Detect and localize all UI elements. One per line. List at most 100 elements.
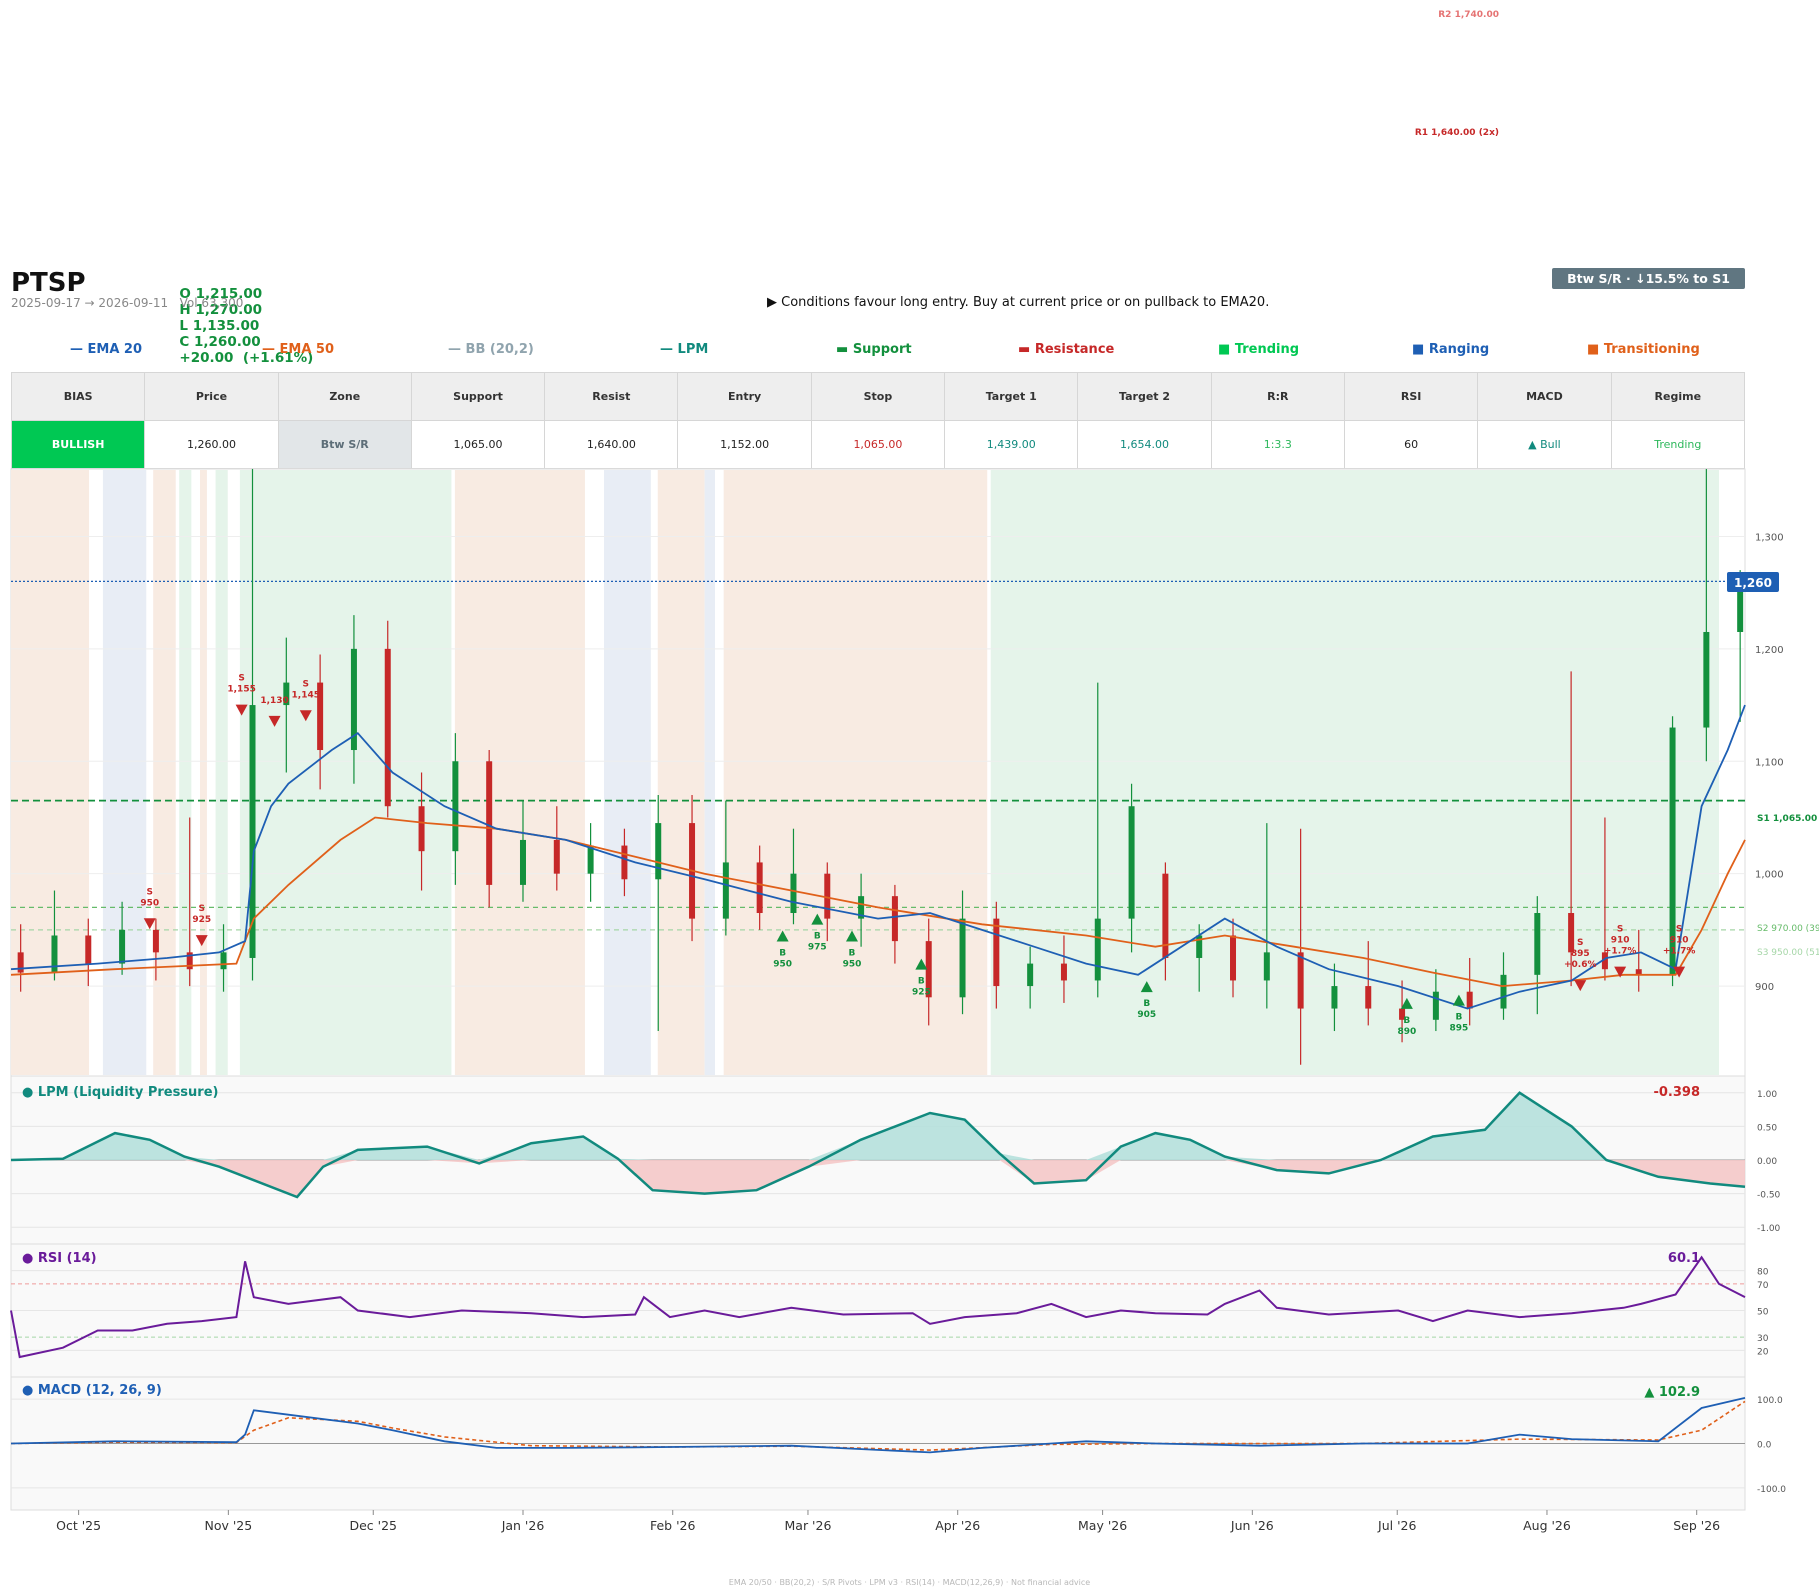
- price-tick-label: 1,200: [1755, 645, 1784, 656]
- date-tick-label: May '26: [1078, 1518, 1127, 1533]
- legend-lpm: — LPM: [660, 342, 708, 357]
- low-value: L 1,135.00: [179, 318, 260, 334]
- regime-band: [704, 470, 716, 1075]
- regime-band: [239, 470, 452, 1075]
- rsi-current-value: 60.1: [1668, 1251, 1700, 1266]
- candle-body: [824, 873, 831, 919]
- sell-marker-label: 925: [192, 915, 211, 925]
- regime-band: [11, 470, 90, 1075]
- rsi-tick-label: 50: [1757, 1308, 1769, 1318]
- macd-current-value: ▲ 102.9: [1644, 1385, 1700, 1400]
- date-tick-label: Jun '26: [1230, 1518, 1274, 1533]
- candle-body: [790, 873, 797, 914]
- candle-body: [1466, 991, 1473, 1009]
- candle-body: [152, 929, 159, 953]
- header-rr: R:R: [1210, 372, 1345, 421]
- sell-marker-label: 895: [1571, 949, 1590, 959]
- rsi-tick-label: 20: [1757, 1347, 1769, 1357]
- legend-bb: — BB (20,2): [448, 342, 534, 357]
- regime-band: [215, 470, 228, 1075]
- date-axis: Oct '25 Nov '25 Dec '25 Jan '26 Feb '26 Mar '…: [56, 1510, 1720, 1533]
- legend-label: Ranging: [1428, 342, 1490, 357]
- r1-label: R1 1,640.00 (2x): [1414, 128, 1499, 138]
- price-tick-label: 900: [1755, 982, 1774, 993]
- buy-marker-label: 950: [843, 959, 862, 969]
- legend-label: Resistance: [1034, 342, 1115, 357]
- regime-band: [200, 470, 207, 1075]
- date-tick-label: Nov '25: [204, 1518, 252, 1533]
- last-price-tag-text: 1,260: [1734, 576, 1772, 590]
- candle-body: [119, 929, 126, 964]
- legend-label: BB (20,2): [465, 342, 534, 357]
- header-resist: Resist: [544, 372, 679, 421]
- buy-marker-label: B: [1455, 1013, 1462, 1023]
- legend-ema20: — EMA 20: [70, 342, 142, 357]
- legend-label: Trending: [1234, 342, 1300, 357]
- lpm-tick-label: 0.00: [1757, 1157, 1777, 1167]
- candle-body: [519, 839, 526, 885]
- line-icon: —: [448, 342, 466, 357]
- regime-band: [102, 470, 147, 1075]
- lpm-current-value: -0.398: [1653, 1085, 1700, 1100]
- rsi-tick-label: 70: [1757, 1281, 1769, 1291]
- signal-summary-table: BIAS Price Zone Support Resist Entry Sto…: [10, 372, 1746, 469]
- price-tick-label: 1,100: [1755, 757, 1784, 768]
- sell-marker-label: S: [1676, 925, 1682, 935]
- candle-body: [486, 761, 493, 885]
- candle-body: [959, 918, 966, 998]
- sell-marker-label: 1,145: [292, 690, 320, 700]
- date-tick-label: Feb '26: [650, 1518, 695, 1533]
- s3-label: S3 950.00 (51x): [1757, 948, 1819, 958]
- advice-text: ▶ Conditions favour long entry. Buy at c…: [767, 295, 1270, 310]
- regime-band: [657, 470, 705, 1075]
- lpm-panel-title: ● LPM (Liquidity Pressure): [22, 1085, 218, 1100]
- legend-ranging: ■ Ranging: [1412, 342, 1489, 357]
- lpm-panel: 1.00 0.50 0.00 -0.50 -1.00 ● LPM (Liquidity …: [10, 1075, 1781, 1245]
- r2-label: R2 1,740.00: [1438, 10, 1499, 20]
- candle-body: [1534, 913, 1541, 975]
- square-icon: ■: [1412, 342, 1429, 357]
- sell-marker-label: 910: [1611, 936, 1630, 946]
- macd-tick-label: 100.0: [1757, 1396, 1783, 1406]
- legend-label: Transitioning: [1603, 342, 1700, 357]
- chart-legend: — EMA 20 — EMA 50 — BB (20,2) — LPM ▬ Su…: [0, 342, 1745, 360]
- legend-trending: ■ Trending: [1218, 342, 1299, 357]
- candle-body: [1568, 913, 1575, 953]
- buy-marker-label: 890: [1397, 1027, 1416, 1037]
- candle-body: [621, 845, 628, 880]
- legend-label: LPM: [677, 342, 709, 357]
- candle-body: [384, 648, 391, 807]
- legend-resistance: ▬ Resistance: [1018, 342, 1114, 357]
- macd-tick-label: 0.0: [1757, 1441, 1772, 1451]
- candle-body: [722, 862, 729, 919]
- candle-body: [1432, 991, 1439, 1020]
- sell-marker-label: +1.7%: [1604, 947, 1637, 957]
- sr-status-badge: Btw S/R · ↓15.5% to S1: [1552, 268, 1745, 289]
- buy-marker-label: 975: [808, 943, 827, 953]
- candle-body: [1230, 935, 1237, 981]
- candle-body: [220, 952, 227, 970]
- candle-body: [1500, 974, 1507, 1009]
- dash-icon: ▬: [836, 342, 853, 357]
- date-range-volume: 2025-09-17 → 2026-09-11 Vol 63,300: [11, 296, 243, 310]
- lpm-tick-label: 0.50: [1757, 1123, 1777, 1133]
- sell-marker-label: S: [1617, 925, 1623, 935]
- sell-marker-label: S: [303, 679, 309, 689]
- date-tick-label: Jul '26: [1377, 1518, 1416, 1533]
- buy-marker-label: B: [849, 948, 856, 958]
- header-price: Price: [144, 372, 279, 421]
- header-target2: Target 2: [1077, 372, 1212, 421]
- candle-body: [655, 823, 662, 880]
- candle-body: [1331, 986, 1338, 1009]
- regime-bands: [11, 470, 1719, 1075]
- header-bias: BIAS: [10, 372, 146, 421]
- buy-marker-label: B: [1403, 1016, 1410, 1026]
- sell-marker-label: +1.7%: [1663, 947, 1696, 957]
- candle-body: [1027, 963, 1034, 987]
- sell-marker-label: S: [1577, 938, 1583, 948]
- buy-marker-label: B: [918, 977, 925, 987]
- lpm-tick-label: -0.50: [1757, 1191, 1781, 1201]
- header-support: Support: [410, 372, 546, 421]
- candle-body: [587, 845, 594, 874]
- macd-panel-title: ● MACD (12, 26, 9): [22, 1383, 162, 1398]
